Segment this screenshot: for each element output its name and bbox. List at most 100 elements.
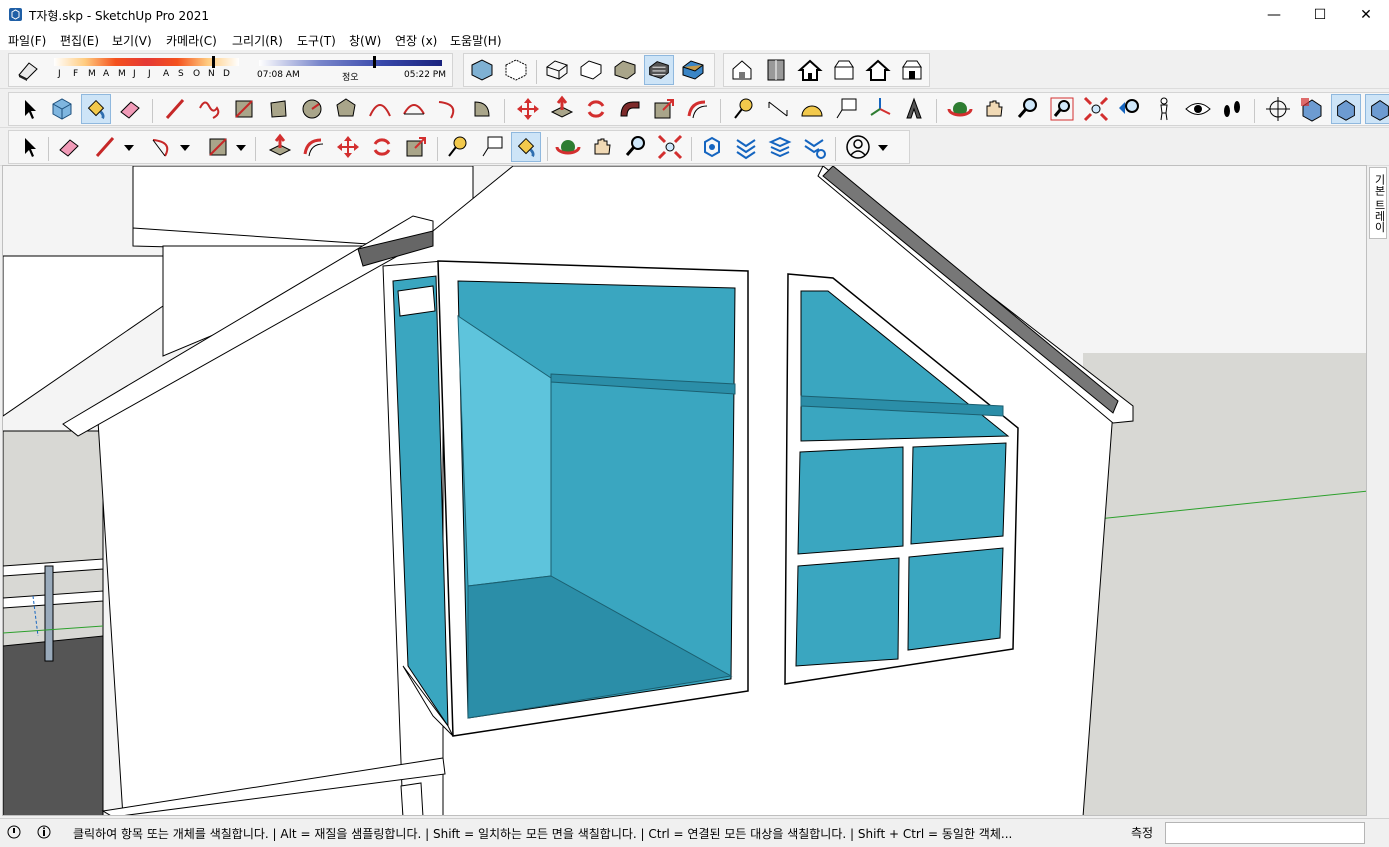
offset-icon[interactable] <box>299 132 329 162</box>
close-button[interactable]: ✕ <box>1343 0 1389 30</box>
monochrome-icon[interactable] <box>678 55 708 85</box>
paint-bucket-icon[interactable] <box>511 132 541 162</box>
zoom-icon[interactable] <box>1013 94 1043 124</box>
model-scene[interactable] <box>3 166 1367 816</box>
menu-edit[interactable]: 편집(E) <box>60 32 99 49</box>
rotate-icon[interactable] <box>367 132 397 162</box>
line-icon[interactable] <box>161 94 191 124</box>
display-section-planes-icon[interactable] <box>1297 94 1327 124</box>
chevron-down-icon[interactable] <box>177 132 193 162</box>
text-icon[interactable] <box>477 132 507 162</box>
layout-icon[interactable] <box>765 132 795 162</box>
rotate-icon[interactable] <box>581 94 611 124</box>
menu-file[interactable]: 파일(F) <box>8 32 46 49</box>
previous-view-icon[interactable] <box>1115 94 1145 124</box>
back-view-icon[interactable] <box>863 55 893 85</box>
back-edges-icon[interactable] <box>501 55 531 85</box>
front-view-icon[interactable] <box>795 55 825 85</box>
menu-help[interactable]: 도움말(H) <box>450 32 502 49</box>
eraser-icon[interactable] <box>54 132 84 162</box>
account-icon[interactable] <box>843 132 873 162</box>
info-icon[interactable] <box>37 825 51 839</box>
freehand-icon[interactable] <box>195 94 225 124</box>
offset-icon[interactable] <box>683 94 713 124</box>
maximize-button[interactable]: ☐ <box>1297 0 1343 30</box>
time-slider[interactable] <box>259 60 442 66</box>
move-icon[interactable] <box>333 132 363 162</box>
paint-bucket-icon[interactable] <box>81 94 111 124</box>
chevron-down-icon[interactable] <box>233 132 249 162</box>
section-plane-icon[interactable] <box>1263 94 1293 124</box>
follow-me-icon[interactable] <box>615 94 645 124</box>
push-pull-icon[interactable] <box>265 132 295 162</box>
look-around-icon[interactable] <box>1183 94 1213 124</box>
zoom-window-icon[interactable] <box>1047 94 1077 124</box>
tape-measure-icon[interactable] <box>729 94 759 124</box>
tape-measure-icon[interactable] <box>443 132 473 162</box>
two-point-arc-icon[interactable] <box>399 94 429 124</box>
text-icon[interactable] <box>831 94 861 124</box>
menu-view[interactable]: 보기(V) <box>112 32 152 49</box>
select-icon[interactable] <box>14 132 44 162</box>
right-view-icon[interactable] <box>829 55 859 85</box>
display-section-fill-icon[interactable] <box>1365 94 1389 124</box>
xray-style-icon[interactable] <box>467 55 497 85</box>
extension-manager-icon[interactable] <box>799 132 829 162</box>
default-tray-tab[interactable]: 기본 트레이 <box>1369 167 1387 239</box>
geo-location-icon[interactable] <box>7 825 21 839</box>
dimensions-icon[interactable] <box>763 94 793 124</box>
zoom-extents-icon[interactable] <box>655 132 685 162</box>
select-icon[interactable] <box>14 94 44 124</box>
left-view-icon[interactable] <box>897 55 927 85</box>
measurements-input[interactable] <box>1165 822 1365 844</box>
rectangle-icon[interactable] <box>203 132 233 162</box>
pan-icon[interactable] <box>587 132 617 162</box>
pan-icon[interactable] <box>979 94 1009 124</box>
menu-extensions[interactable]: 연장 (x) <box>395 32 437 49</box>
chevron-down-icon[interactable] <box>875 132 891 162</box>
position-camera-icon[interactable] <box>1149 94 1179 124</box>
3d-text-icon[interactable] <box>899 94 929 124</box>
make-component-icon[interactable] <box>47 94 77 124</box>
hidden-line-icon[interactable] <box>576 55 606 85</box>
menu-draw[interactable]: 그리기(R) <box>232 32 283 49</box>
menu-window[interactable]: 창(W) <box>349 32 381 49</box>
pie-icon[interactable] <box>467 94 497 124</box>
shadow-settings-icon[interactable] <box>13 55 43 85</box>
display-section-cuts-icon[interactable] <box>1331 94 1361 124</box>
orbit-icon[interactable] <box>945 94 975 124</box>
shaded-icon[interactable] <box>610 55 640 85</box>
zoom-icon[interactable] <box>621 132 651 162</box>
zoom-extents-icon[interactable] <box>1081 94 1111 124</box>
protractor-icon[interactable] <box>797 94 827 124</box>
eraser-icon[interactable] <box>115 94 145 124</box>
menu-camera[interactable]: 카메라(C) <box>166 32 217 49</box>
arc-icon[interactable] <box>365 94 395 124</box>
polygon-icon[interactable] <box>331 94 361 124</box>
move-icon[interactable] <box>513 94 543 124</box>
top-view-icon[interactable] <box>761 55 791 85</box>
wireframe-icon[interactable] <box>542 55 572 85</box>
line-icon[interactable] <box>91 132 121 162</box>
circle-icon[interactable] <box>297 94 327 124</box>
orbit-icon[interactable] <box>553 132 583 162</box>
minimize-button[interactable]: — <box>1251 0 1297 30</box>
extension-warehouse-icon[interactable] <box>731 132 761 162</box>
arc-icon[interactable] <box>147 132 177 162</box>
rotated-rectangle-icon[interactable] <box>263 94 293 124</box>
menu-tools[interactable]: 도구(T) <box>297 32 336 49</box>
push-pull-icon[interactable] <box>547 94 577 124</box>
chevron-down-icon[interactable] <box>121 132 137 162</box>
three-point-arc-icon[interactable] <box>433 94 463 124</box>
model-viewport[interactable] <box>2 165 1367 816</box>
iso-view-icon[interactable] <box>727 55 757 85</box>
3d-warehouse-icon[interactable] <box>697 132 727 162</box>
axes-icon[interactable] <box>865 94 895 124</box>
rectangle-icon[interactable] <box>229 94 259 124</box>
time-slider-thumb[interactable] <box>373 56 376 68</box>
scale-icon[interactable] <box>401 132 431 162</box>
shaded-textures-icon[interactable] <box>644 55 674 85</box>
month-slider-thumb[interactable] <box>212 56 215 68</box>
walk-icon[interactable] <box>1217 94 1247 124</box>
scale-icon[interactable] <box>649 94 679 124</box>
